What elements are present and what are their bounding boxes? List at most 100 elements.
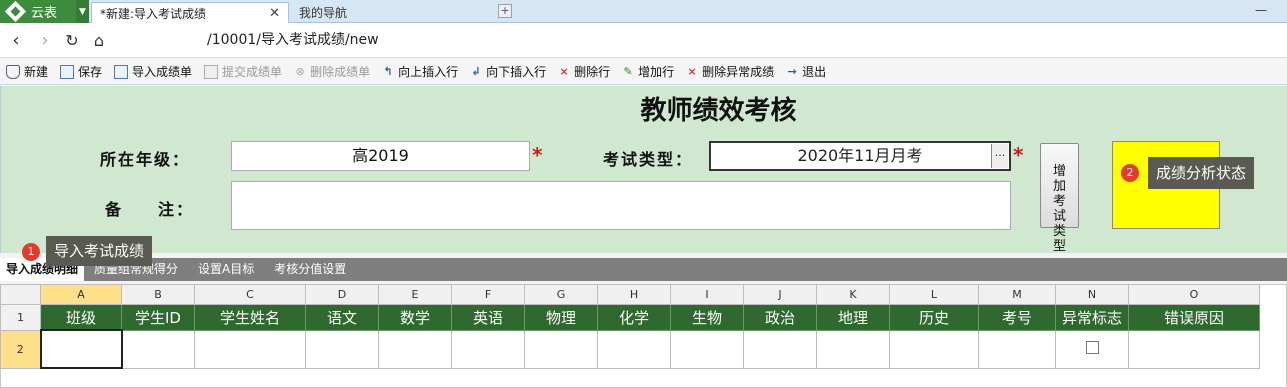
abnormal-flag-checkbox[interactable]: [1085, 341, 1099, 354]
column-header[interactable]: B: [121, 284, 195, 305]
column-header[interactable]: E: [378, 284, 452, 305]
header-cell[interactable]: 异常标志: [1055, 304, 1129, 331]
delete-row-button[interactable]: × 删除行: [558, 63, 611, 80]
header-cell[interactable]: 生物: [670, 304, 744, 331]
new-button-label: 新建: [24, 65, 49, 79]
insert-row-above-button[interactable]: ↰ 向上插入行: [382, 63, 458, 80]
column-header[interactable]: H: [597, 284, 671, 305]
column-header[interactable]: J: [743, 284, 817, 305]
column-header[interactable]: C: [194, 284, 306, 305]
column-header[interactable]: M: [978, 284, 1056, 305]
new-tab-plus-icon[interactable]: +: [498, 4, 512, 18]
new-button[interactable]: 新建: [6, 63, 48, 80]
tab-my-navigation[interactable]: 我的导航: [291, 2, 491, 23]
app-menu-label: 云表: [31, 6, 58, 21]
header-cell[interactable]: 学生ID: [121, 304, 195, 331]
tab-label: *新建:导入考试成绩: [100, 6, 207, 21]
column-header[interactable]: G: [524, 284, 598, 305]
data-cell[interactable]: [743, 329, 817, 369]
header-cell[interactable]: 历史: [889, 304, 979, 331]
data-cell[interactable]: [978, 329, 1056, 369]
app-menu-button[interactable]: 云表: [0, 0, 76, 23]
data-cell[interactable]: [451, 329, 525, 369]
save-icon: [60, 64, 75, 79]
arrow-right-icon: →: [787, 64, 797, 78]
exam-type-required-mark: *: [1013, 143, 1024, 167]
column-header[interactable]: N: [1055, 284, 1129, 305]
delete-abnormal-scores-button[interactable]: × 删除异常成绩: [686, 63, 775, 80]
back-arrow-icon[interactable]: ‹: [4, 29, 28, 53]
page-title: 教师绩效考核: [640, 96, 797, 126]
grade-field[interactable]: 高2019: [231, 141, 530, 171]
header-cell[interactable]: 地理: [816, 304, 890, 331]
submit-scoresheet-button[interactable]: 提交成绩单: [204, 63, 282, 80]
score-analysis-callout: 成绩分析状态: [1148, 157, 1255, 189]
exam-type-field[interactable]: 2020年11月月考: [709, 141, 1011, 171]
remark-field[interactable]: [231, 181, 1011, 230]
tab-close-icon[interactable]: ✕: [269, 6, 280, 21]
abnormal-flag-cell: [1055, 329, 1129, 369]
header-cell[interactable]: 政治: [743, 304, 817, 331]
data-cell[interactable]: [1128, 329, 1260, 369]
column-header[interactable]: F: [451, 284, 525, 305]
data-cell[interactable]: [524, 329, 598, 369]
data-cell[interactable]: [378, 329, 452, 369]
data-cell[interactable]: [121, 329, 195, 369]
add-exam-type-label: 增加考试类型: [1052, 164, 1066, 254]
data-cell[interactable]: [305, 329, 379, 369]
url-text[interactable]: /10001/导入考试成绩/new: [207, 30, 379, 50]
exam-type-picker-button[interactable]: ···: [991, 144, 1008, 168]
add-row-icon: ✎: [623, 64, 633, 78]
home-icon[interactable]: ⌂: [87, 29, 111, 53]
add-row-button[interactable]: ✎ 增加行: [622, 63, 675, 80]
header-cell[interactable]: 化学: [597, 304, 671, 331]
app-menu-dropdown-icon[interactable]: ▼: [76, 0, 89, 23]
minimize-icon[interactable]: —: [1254, 4, 1268, 18]
data-cell[interactable]: [597, 329, 671, 369]
data-cell[interactable]: [889, 329, 979, 369]
exit-button[interactable]: → 退出: [786, 63, 827, 80]
row-number[interactable]: 2: [0, 329, 41, 369]
column-header[interactable]: K: [816, 284, 890, 305]
header-cell[interactable]: 语文: [305, 304, 379, 331]
delete-row-label: 删除行: [574, 65, 611, 79]
import-icon: [114, 64, 129, 79]
delete-scoresheet-button[interactable]: ⊗ 删除成绩单: [294, 63, 370, 80]
save-button[interactable]: 保存: [60, 63, 102, 80]
data-cell[interactable]: [194, 329, 306, 369]
insert-up-label: 向上插入行: [398, 65, 459, 79]
delete-button-label: 删除成绩单: [310, 65, 371, 79]
column-header[interactable]: D: [305, 284, 379, 305]
column-header[interactable]: A: [40, 284, 122, 305]
app-logo-icon: [4, 0, 27, 23]
callout-1-badge: 1: [22, 243, 40, 261]
column-header[interactable]: I: [670, 284, 744, 305]
grade-label: 所在年级：: [100, 150, 191, 169]
refresh-icon[interactable]: ↻: [60, 29, 84, 53]
insert-row-below-button[interactable]: ↲ 向下插入行: [470, 63, 546, 80]
forward-arrow-icon[interactable]: ›: [33, 29, 57, 53]
corner-cell[interactable]: [0, 284, 41, 305]
header-cell[interactable]: 物理: [524, 304, 598, 331]
submit-icon: [204, 64, 219, 79]
subtab-set-a-target[interactable]: 设置A目标: [188, 258, 264, 281]
header-cell[interactable]: 数学: [378, 304, 452, 331]
header-cell[interactable]: 错误原因: [1128, 304, 1260, 331]
import-scoresheet-button[interactable]: 导入成绩单: [114, 63, 192, 80]
tab-new-import-scores[interactable]: *新建:导入考试成绩 ✕: [91, 2, 289, 23]
column-header[interactable]: O: [1128, 284, 1260, 305]
header-cell[interactable]: 英语: [451, 304, 525, 331]
header-cell[interactable]: 班级: [40, 304, 122, 331]
column-header[interactable]: L: [889, 284, 979, 305]
active-cell[interactable]: [39, 329, 123, 369]
data-cell[interactable]: [670, 329, 744, 369]
cross-icon: ×: [687, 64, 697, 78]
subtab-assessment-score-settings[interactable]: 考核分值设置: [264, 258, 356, 281]
row-number[interactable]: 1: [0, 304, 41, 331]
data-cell[interactable]: [816, 329, 890, 369]
header-cell[interactable]: 学生姓名: [194, 304, 306, 331]
add-exam-type-button[interactable]: 增加考试类型: [1040, 143, 1079, 254]
remark-label-second: 注：: [158, 200, 195, 219]
table-row: 2: [0, 329, 1260, 369]
header-cell[interactable]: 考号: [978, 304, 1056, 331]
